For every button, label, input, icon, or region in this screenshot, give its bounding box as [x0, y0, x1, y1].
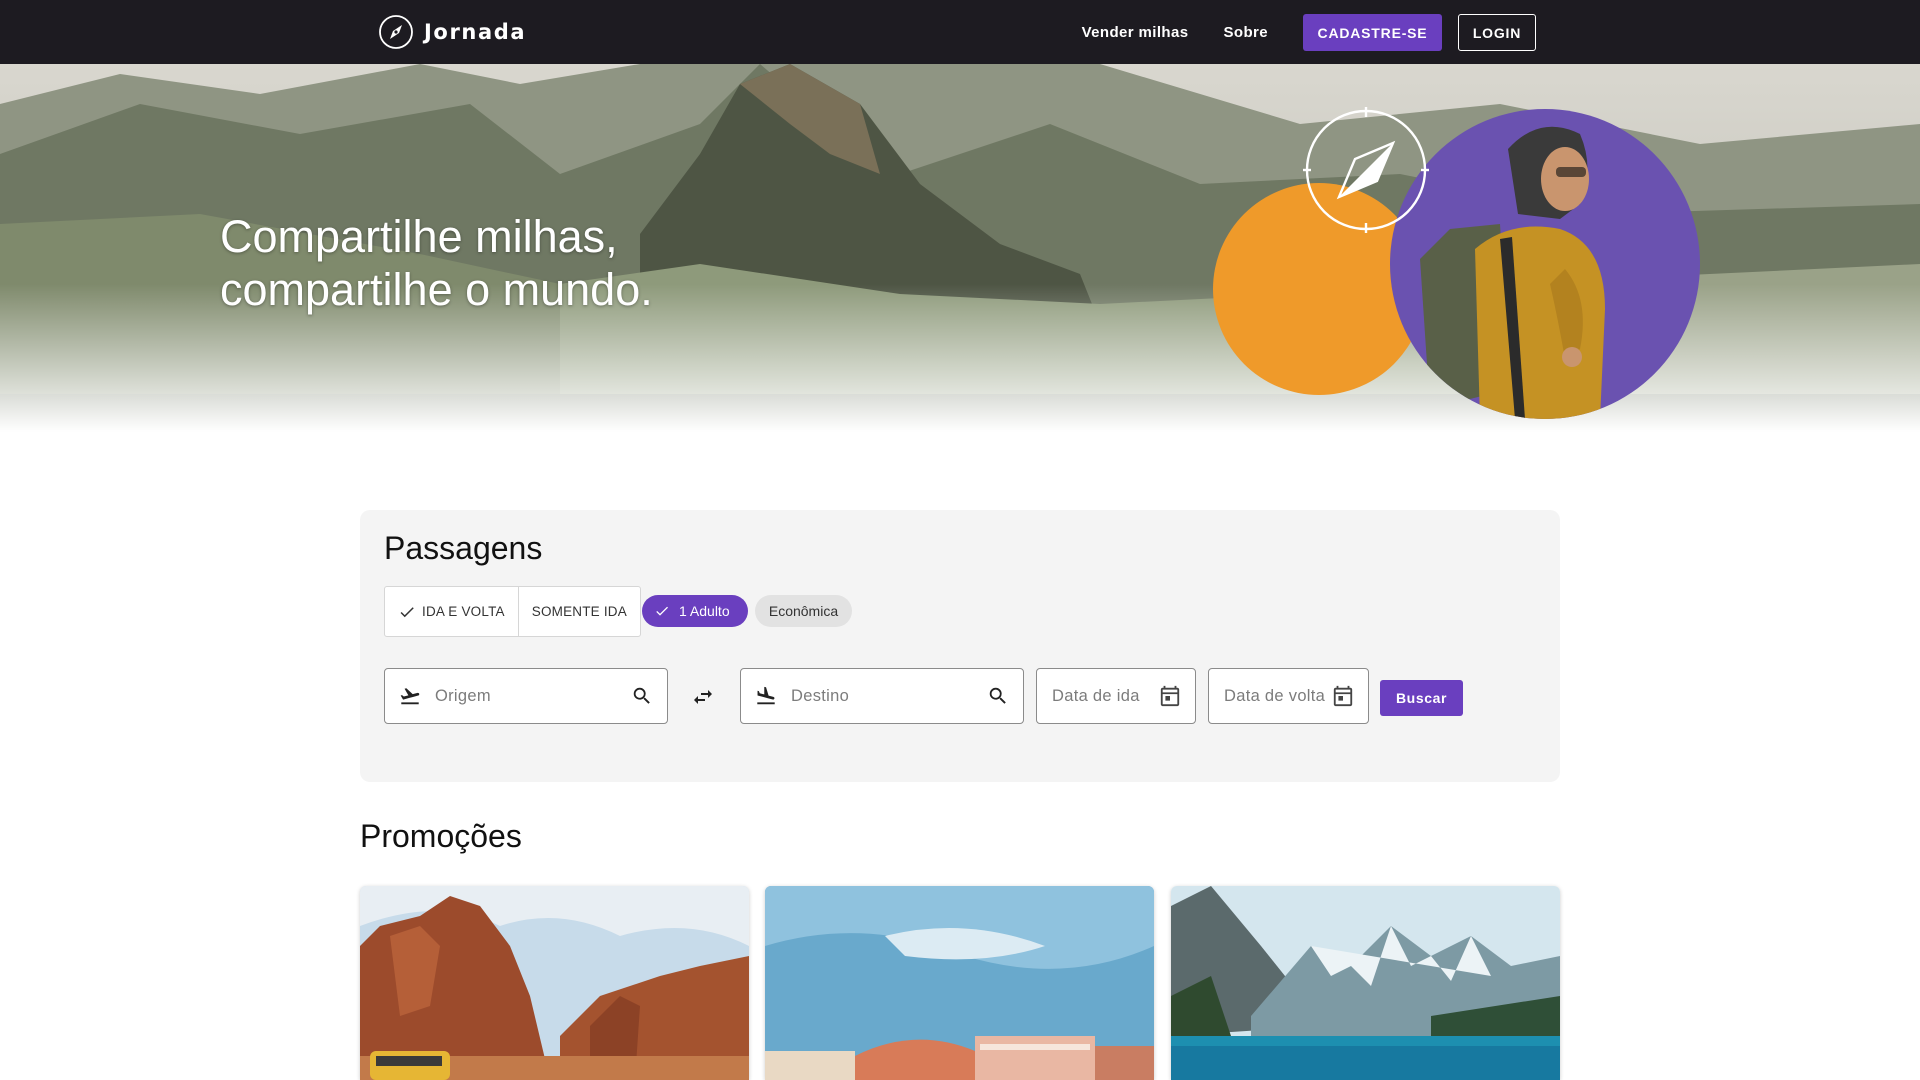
- check-icon: [656, 606, 668, 616]
- traveler-photo-circle: [1390, 109, 1700, 419]
- return-date-placeholder: Data de volta: [1224, 686, 1326, 705]
- round-trip-label: IDA E VOLTA: [422, 604, 505, 619]
- cabin-class-chip[interactable]: Econômica: [755, 595, 852, 627]
- top-navbar: Jornada Vender milhas Sobre CADASTRE-SE …: [0, 0, 1920, 64]
- calendar-icon[interactable]: [1332, 685, 1354, 707]
- compass-logo-icon: [379, 15, 413, 49]
- flight-land-icon: [757, 686, 775, 705]
- hero-headline: Compartilhe milhas, compartilhe o mundo.: [220, 210, 653, 316]
- one-way-label: SOMENTE IDA: [531, 604, 627, 619]
- brand-logo[interactable]: Jornada: [378, 14, 526, 50]
- calendar-icon[interactable]: [1159, 685, 1181, 707]
- hero-headline-line1: Compartilhe milhas,: [220, 211, 618, 262]
- flight-search-card: Passagens IDA E VOLTA SOMENTE IDA 1 Adul…: [360, 510, 1560, 782]
- destination-field[interactable]: Destino: [740, 668, 1024, 724]
- search-icon[interactable]: [987, 685, 1009, 707]
- promo-image-mountain-lake: [1171, 886, 1560, 1080]
- promo-image-venice: [765, 886, 1154, 1080]
- nav-sell-miles-link[interactable]: Vender milhas: [1082, 24, 1189, 41]
- one-way-toggle[interactable]: SOMENTE IDA: [517, 587, 640, 636]
- flight-takeoff-icon: [400, 688, 420, 705]
- check-icon: [400, 606, 414, 617]
- cabin-class-label: Econômica: [768, 603, 839, 619]
- compass-icon: [1303, 107, 1429, 233]
- hero-banner: Compartilhe milhas, compartilhe o mundo.: [0, 64, 1920, 464]
- origin-placeholder: Origem: [435, 686, 491, 705]
- trip-type-toggle: IDA E VOLTA SOMENTE IDA: [384, 586, 641, 637]
- promo-card-canyon[interactable]: [360, 886, 749, 1080]
- promo-card-mountain-lake[interactable]: [1171, 886, 1560, 1080]
- brand-name: Jornada: [424, 20, 527, 44]
- destination-placeholder: Destino: [791, 686, 850, 705]
- main-nav: Vender milhas Sobre CADASTRE-SE LOGIN: [1082, 14, 1536, 51]
- promo-image-red-rock-canyon: [360, 886, 749, 1080]
- hero-headline-line2: compartilhe o mundo.: [220, 264, 653, 315]
- passengers-label: 1 Adulto: [679, 603, 730, 619]
- departure-date-placeholder: Data de ida: [1052, 686, 1140, 705]
- swap-horizontal-icon[interactable]: [691, 685, 715, 709]
- search-title: Passagens: [384, 530, 543, 566]
- search-submit-button[interactable]: Buscar: [1380, 680, 1463, 716]
- traveler-photo: [1420, 126, 1605, 419]
- signup-button[interactable]: CADASTRE-SE: [1303, 14, 1442, 51]
- departure-date-field[interactable]: Data de ida: [1036, 668, 1196, 724]
- round-trip-toggle[interactable]: IDA E VOLTA: [385, 587, 518, 636]
- promo-card-venice[interactable]: [765, 886, 1154, 1080]
- login-button[interactable]: LOGIN: [1458, 14, 1536, 51]
- promotions-title: Promoções: [360, 818, 522, 854]
- passengers-chip[interactable]: 1 Adulto: [642, 595, 748, 627]
- return-date-field[interactable]: Data de volta: [1208, 668, 1369, 724]
- search-icon[interactable]: [631, 685, 653, 707]
- nav-about-link[interactable]: Sobre: [1223, 24, 1268, 41]
- origin-field[interactable]: Origem: [384, 668, 668, 724]
